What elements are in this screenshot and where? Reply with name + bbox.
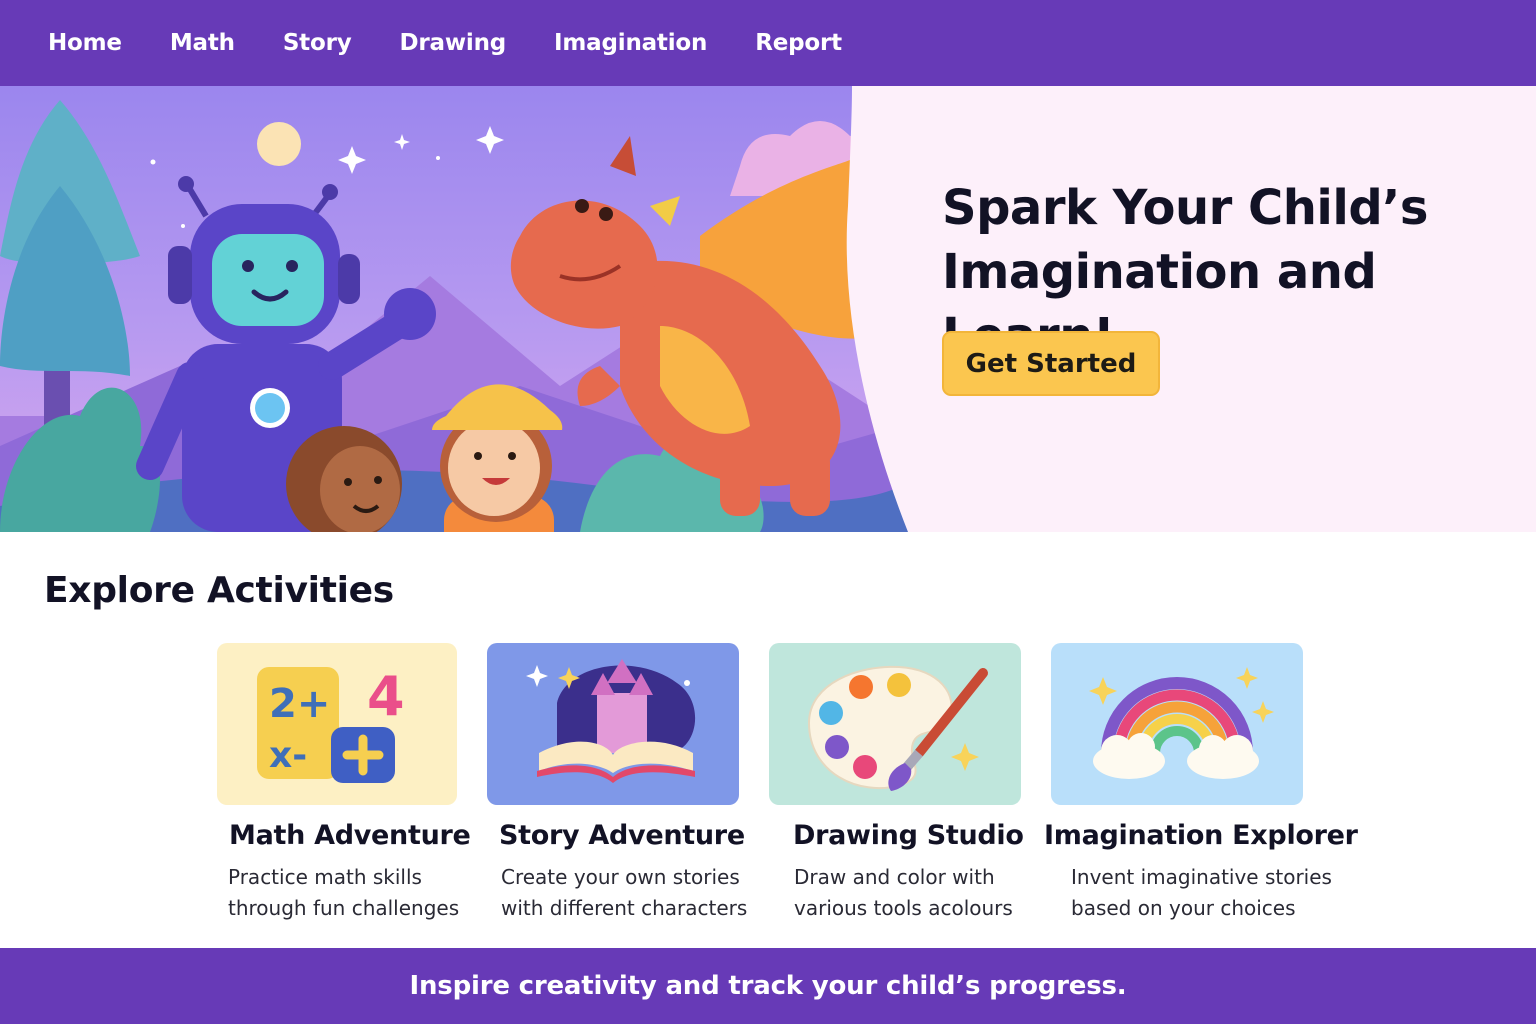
activity-card-imagination[interactable] <box>1051 643 1303 805</box>
hero-title-line1: Spark Your Child’s <box>942 180 1428 236</box>
nav-item-report[interactable]: Report <box>755 30 842 56</box>
card-title-drawing: Drawing Studio <box>793 820 1024 851</box>
card-title-imagination: Imagination Explorer <box>1044 820 1358 851</box>
card-title-story: Story Adventure <box>499 820 745 851</box>
nav-item-story[interactable]: Story <box>283 30 352 56</box>
nav-item-math[interactable]: Math <box>170 30 235 56</box>
card-desc-math-1: Practice math skills <box>228 865 422 889</box>
card-title-math: Math Adventure <box>229 820 471 851</box>
svg-text:x-: x- <box>269 735 307 776</box>
footer-text: Inspire creativity and track your child’… <box>409 971 1127 1001</box>
card-desc-drawing-2: various tools acolours <box>794 896 1013 920</box>
footer-banner: Inspire creativity and track your child’… <box>0 948 1536 1024</box>
activity-card-drawing[interactable] <box>769 643 1021 805</box>
activity-card-story[interactable] <box>487 643 739 805</box>
card-desc-math-2: through fun challenges <box>228 896 460 920</box>
top-navigation: Home Math Story Drawing Imagination Repo… <box>0 0 1536 86</box>
math-blocks-icon[interactable]: 2+ x- 4 <box>217 643 457 805</box>
card-desc-story-1: Create your own stories <box>501 865 740 889</box>
card-desc-imagination-1: Invent imaginative stories <box>1071 865 1332 889</box>
get-started-button[interactable]: Get Started <box>942 331 1160 396</box>
paint-palette-icon[interactable] <box>769 643 1021 805</box>
hero-banner: Spark Your Child’s Imagination and Learn… <box>0 86 1536 532</box>
rainbow-clouds-icon[interactable] <box>1051 643 1303 805</box>
activity-card-math[interactable]: 2+ x- 4 <box>217 643 457 805</box>
storybook-castle-icon[interactable] <box>487 643 739 805</box>
nav-item-drawing[interactable]: Drawing <box>400 30 507 56</box>
card-desc-imagination-2: based on your choices <box>1071 896 1296 920</box>
svg-text:2+: 2+ <box>269 681 330 727</box>
nav-item-home[interactable]: Home <box>48 30 122 56</box>
nav-item-imagination[interactable]: Imagination <box>554 30 707 56</box>
section-title: Explore Activities <box>44 570 394 611</box>
card-desc-drawing-1: Draw and color with <box>794 865 995 889</box>
svg-text:4: 4 <box>367 665 405 728</box>
card-desc-story-2: with different characters <box>501 896 748 920</box>
